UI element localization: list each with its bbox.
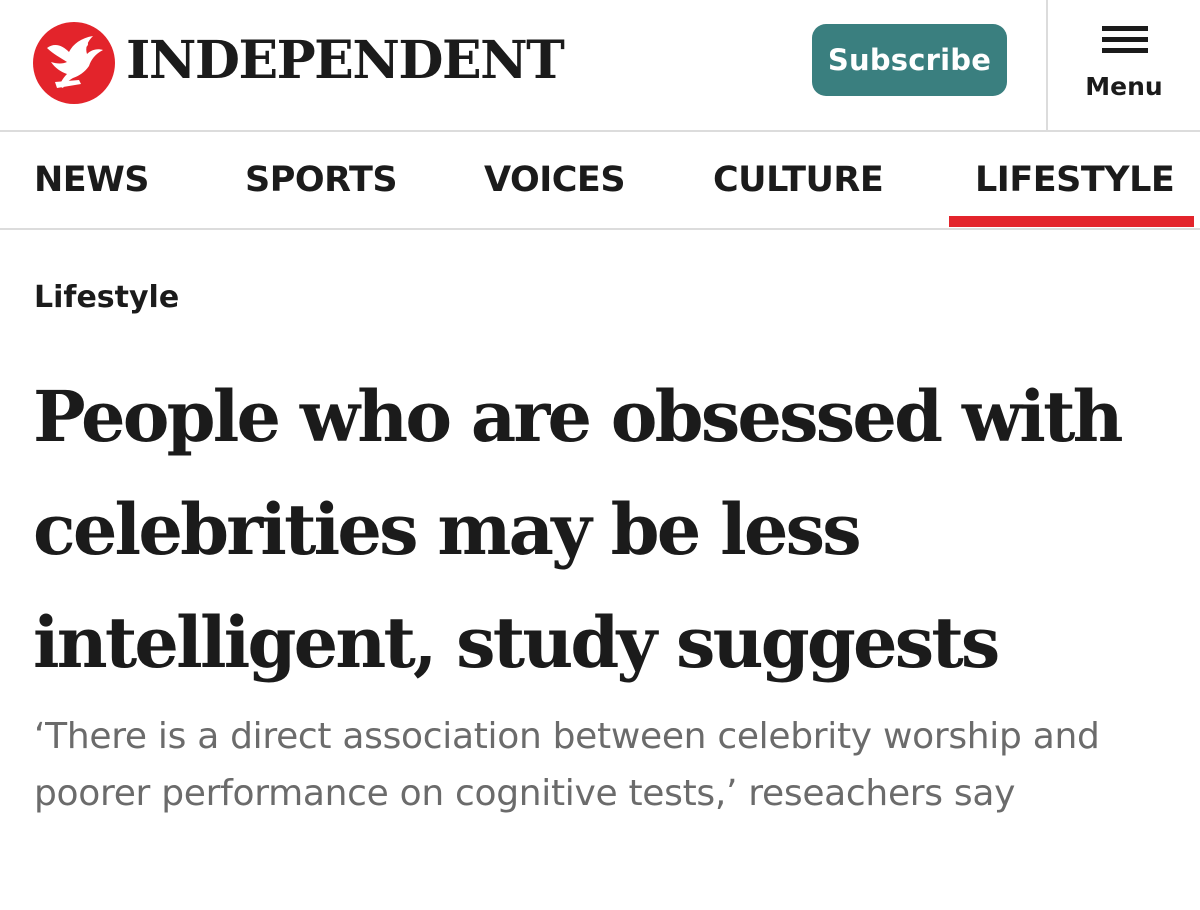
nav-active-indicator [949,216,1194,227]
nav-item-sports[interactable]: SPORTS [245,132,398,228]
hamburger-icon [1102,26,1148,54]
menu-button[interactable]: Menu [1048,0,1200,130]
section-label[interactable]: Lifestyle [34,280,179,315]
nav-item-lifestyle[interactable]: LIFESTYLE [975,132,1175,228]
article-standfirst: ‘There is a direct association between c… [34,716,1100,814]
site-header: INDEPENDENT Subscribe Menu [0,0,1200,132]
nav-item-voices[interactable]: VOICES [484,132,626,228]
eagle-logo-icon[interactable] [33,22,115,104]
nav-item-culture[interactable]: CULTURE [713,132,884,228]
nav-item-news[interactable]: NEWS [34,132,150,228]
subscribe-button[interactable]: Subscribe [812,24,1007,96]
article-headline: People who are obsessed with celebrities… [33,375,1124,684]
site-logo-wordmark[interactable]: INDEPENDENT [126,28,565,94]
menu-label: Menu [1085,72,1163,101]
